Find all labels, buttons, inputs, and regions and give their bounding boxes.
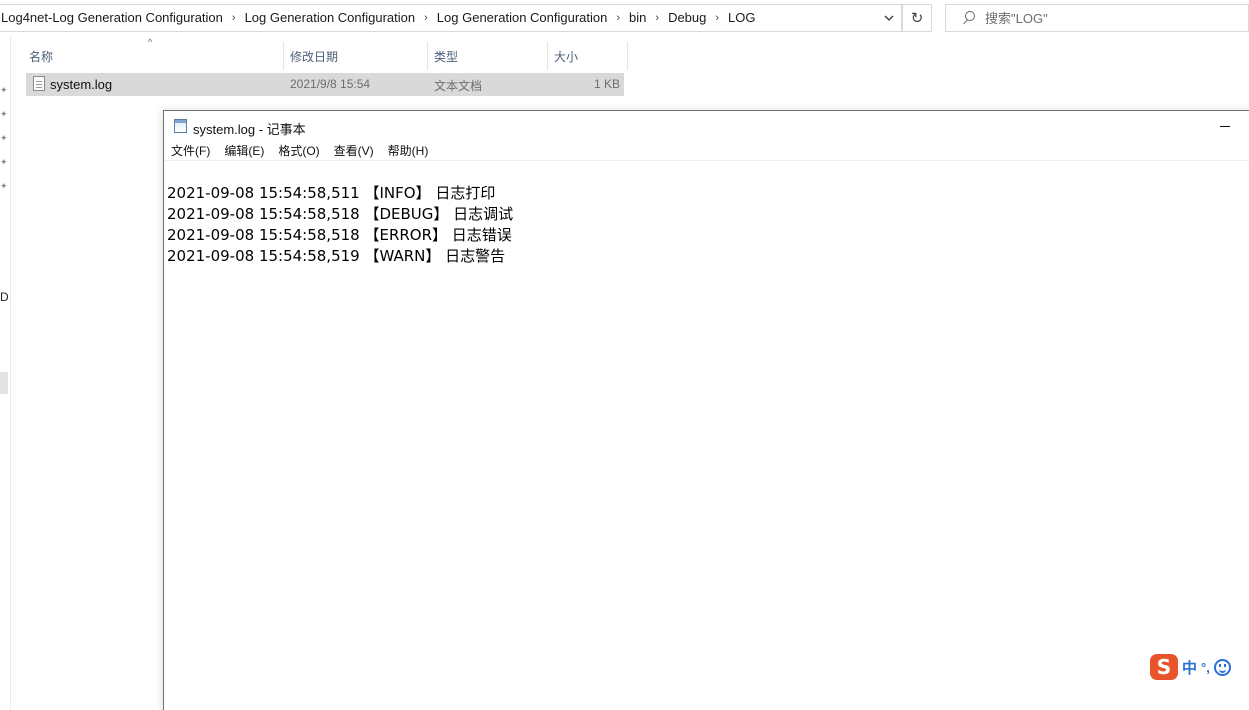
pin-icon[interactable]: ✦ [0,158,8,167]
address-history-dropdown[interactable] [875,5,901,31]
file-type: 文本文档 [434,79,483,93]
window-title: system.log - 记事本 [193,122,306,137]
notepad-window[interactable]: system.log - 记事本 文件(F) 编辑(E) 格式(O) 查看(V)… [163,110,1249,710]
menu-help[interactable]: 帮助(H) [388,141,429,161]
notepad-icon [174,119,187,133]
chevron-down-icon [884,15,893,21]
pin-icon[interactable]: ✦ [0,110,8,119]
file-modified-date: 2021/9/8 15:54 [290,77,371,91]
breadcrumb: Log4net-Log Generation Configuration › L… [0,5,875,31]
notepad-titlebar[interactable]: system.log - 记事本 [164,111,1249,141]
menu-view[interactable]: 查看(V) [334,141,374,161]
minimize-button[interactable] [1209,114,1241,138]
navigation-pane[interactable]: ✦ ✦ ✦ ✦ ✦ D [0,36,11,710]
chevron-right-icon[interactable]: › [611,5,625,31]
address-bar[interactable]: Log4net-Log Generation Configuration › L… [0,4,902,32]
ime-punctuation-toggle[interactable]: °, [1201,660,1210,675]
nav-item-label[interactable]: D [0,290,9,304]
column-header-label: 类型 [434,49,459,64]
column-header-date[interactable]: 修改日期 [284,42,428,70]
ime-mode-toggle[interactable]: 中 [1182,657,1197,678]
breadcrumb-item[interactable]: Log4net-Log Generation Configuration [1,5,227,31]
column-header-label: 大小 [554,49,579,64]
pin-icon[interactable]: ✦ [0,86,8,95]
file-size: 1 KB [593,77,620,91]
text-editor-area[interactable]: 2021-09-08 15:54:58,511 【INFO】 日志打印 2021… [167,183,1249,710]
refresh-button[interactable]: ↻ [902,4,932,32]
breadcrumb-item[interactable]: Log Generation Configuration [433,5,612,31]
file-row[interactable]: system.log 2021/9/8 15:54 文本文档 1 KB [26,73,624,96]
log-line: 2021-09-08 15:54:58,518 【ERROR】 日志错误 [167,226,512,244]
chevron-right-icon[interactable]: › [710,5,724,31]
chevron-right-icon[interactable]: › [227,5,241,31]
file-name: system.log [50,77,113,92]
nav-selected-item[interactable] [0,372,8,394]
column-header-label: 名称 [29,49,54,64]
breadcrumb-item[interactable]: bin [625,5,650,31]
pin-icon[interactable]: ✦ [0,182,8,191]
log-line: 2021-09-08 15:54:58,519 【WARN】 日志警告 [167,247,506,265]
text-file-icon [33,76,45,91]
log-line: 2021-09-08 15:54:58,518 【DEBUG】 日志调试 [167,205,514,223]
menu-file[interactable]: 文件(F) [171,141,210,161]
ime-status-bar[interactable]: S 中 °, [1150,654,1231,680]
refresh-icon: ↻ [910,10,924,27]
breadcrumb-item[interactable]: Log Generation Configuration [241,5,420,31]
breadcrumb-item[interactable]: LOG [724,5,759,31]
menu-format[interactable]: 格式(O) [278,141,319,161]
emoji-icon[interactable] [1213,658,1231,676]
search-icon [959,10,975,26]
column-header-label: 修改日期 [290,49,339,64]
column-header-type[interactable]: 类型 [428,42,548,70]
menu-bar: 文件(F) 编辑(E) 格式(O) 查看(V) 帮助(H) [164,141,1249,161]
search-box[interactable] [945,4,1249,32]
column-header-name[interactable]: 名称 [23,42,284,70]
breadcrumb-item[interactable]: Debug [664,5,710,31]
chevron-right-icon[interactable]: › [650,5,664,31]
pin-icon[interactable]: ✦ [0,134,8,143]
sogou-logo-icon[interactable]: S [1150,654,1178,680]
menu-edit[interactable]: 编辑(E) [224,141,264,161]
search-input[interactable] [985,10,1235,26]
log-line: 2021-09-08 15:54:58,511 【INFO】 日志打印 [167,184,496,202]
chevron-right-icon[interactable]: › [419,5,433,31]
column-header-size[interactable]: 大小 [548,42,628,70]
